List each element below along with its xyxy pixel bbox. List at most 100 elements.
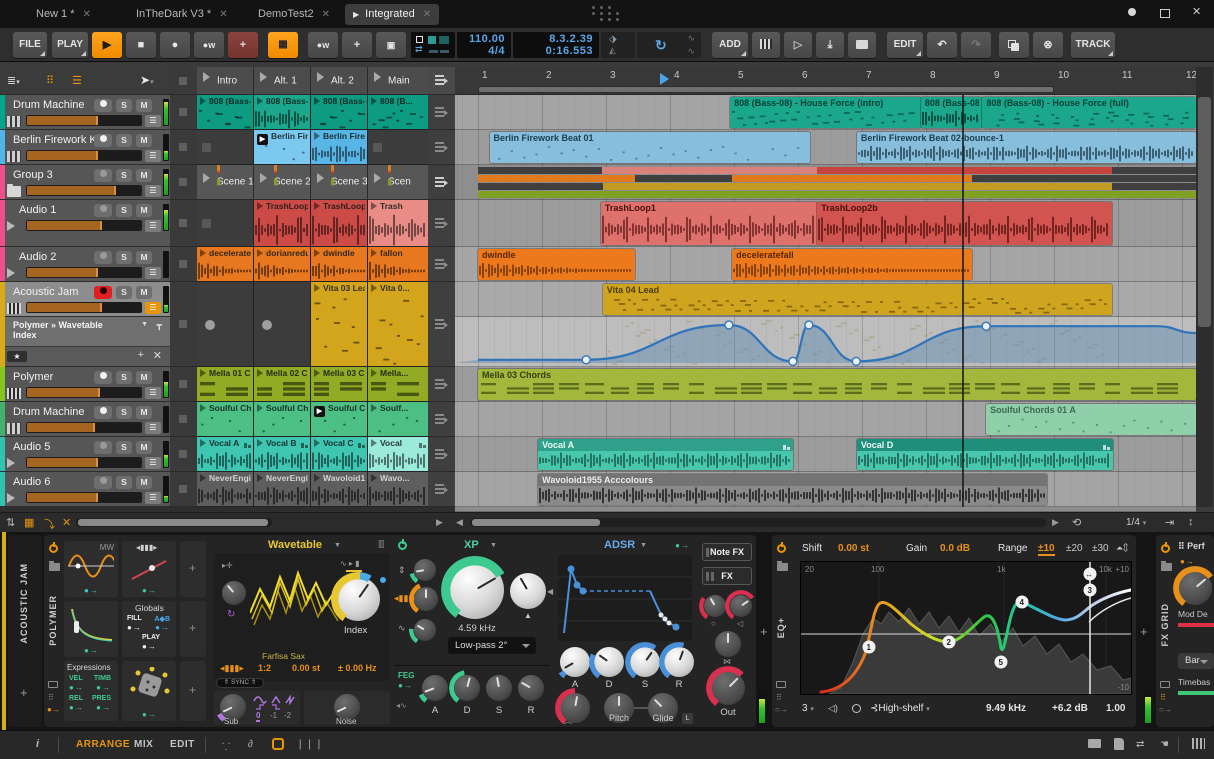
env-a-knob[interactable]	[555, 642, 595, 682]
routing-button[interactable]: ☰	[145, 185, 161, 197]
scroll-right2-icon[interactable]: ▶	[1052, 517, 1059, 528]
record-arm-button[interactable]	[94, 169, 112, 182]
track-menu-button[interactable]: TRACK	[1071, 32, 1115, 58]
band-type-dropdown[interactable]: ⊰High-shelf ▾	[870, 703, 930, 714]
timeline-ruler[interactable]: 123456789101112	[455, 67, 1196, 95]
device-fxgrid[interactable]: FX GRID ⠿ ○→ ⠿ Perf ●→ Mod De Bar Timeba…	[1156, 535, 1214, 727]
clip-slot[interactable]: Vocal	[368, 437, 429, 472]
track-header-audio-6[interactable]: Audio 6 S M ☰	[0, 472, 170, 507]
routing-button[interactable]: ☰	[145, 302, 161, 314]
clip-slot[interactable]	[197, 282, 254, 367]
filter-env-knob[interactable]	[409, 614, 441, 646]
feg-a-knob[interactable]	[417, 670, 453, 706]
clip-stop-button[interactable]	[170, 282, 197, 367]
volume-fader[interactable]	[26, 220, 142, 231]
group-lane-segment[interactable]	[817, 167, 1112, 174]
clip-slot[interactable]: Vita 03 Lead	[311, 282, 368, 367]
mod-out-icon[interactable]: ●→	[1180, 557, 1195, 566]
clip-slot[interactable]: NeverEngin...	[197, 472, 254, 507]
clip-slot[interactable]: Trash	[368, 200, 429, 247]
clip-slot[interactable]: TrashLoop1	[254, 200, 311, 247]
track-list-menu-icon[interactable]: ≣▾	[7, 74, 20, 87]
browser-button[interactable]	[848, 32, 876, 58]
info-icon[interactable]: i	[36, 738, 39, 750]
fill-button[interactable]: ▣	[376, 32, 406, 58]
mod-depth-knob[interactable]	[1173, 566, 1214, 610]
env-d-knob[interactable]	[589, 642, 629, 682]
stop-all-clips-button[interactable]	[428, 472, 455, 507]
pointer-tool-icon[interactable]: ➤▾	[140, 73, 154, 87]
track-name[interactable]: Audio 6	[13, 476, 50, 488]
group-lane-segment[interactable]	[602, 183, 1112, 190]
filter-mode-dropdown[interactable]: Low-pass 2°	[448, 637, 536, 654]
noise-cell[interactable]: Noise	[304, 691, 390, 726]
routing-button[interactable]: ☰	[145, 150, 161, 162]
add-device-icon[interactable]: +	[760, 624, 768, 639]
ruler-bar-number[interactable]: 2	[546, 70, 552, 81]
arranger-clip-trashloop1[interactable]: TrashLoop1	[600, 202, 818, 245]
tab-integrated[interactable]: ▶ Integrated ✕	[345, 4, 440, 25]
track-header-group-3[interactable]: Group 3 S M ☰	[0, 165, 170, 200]
loop-display[interactable]: ↻ ∿ ∿	[637, 32, 701, 58]
song-position[interactable]: 8.3.2.39	[549, 33, 593, 45]
mod-globals[interactable]: Globals FILL ●→ A◆B ●→ PLAY ●→	[122, 601, 176, 657]
record-arm-button[interactable]	[94, 371, 112, 384]
stop-all-clips-button[interactable]	[428, 130, 455, 165]
close-icon[interactable]: ✕	[83, 9, 91, 20]
solo-button[interactable]: S	[116, 286, 132, 299]
stop-all-clips-button[interactable]	[428, 247, 455, 282]
clip-slot[interactable]	[368, 130, 429, 165]
mute-button[interactable]: M	[136, 441, 152, 454]
mute-button[interactable]: M	[136, 286, 152, 299]
close-window-icon[interactable]: ✕	[1192, 5, 1201, 18]
mod-add-slot[interactable]: +	[180, 661, 206, 721]
add-menu-button[interactable]: ADD	[712, 32, 748, 58]
scene-play-icon[interactable]	[260, 71, 267, 82]
mod-envelope[interactable]: ●→	[64, 601, 118, 657]
modulators-icon[interactable]: ○→	[775, 705, 788, 714]
arranger-clip-soulful-chords-01-a[interactable]: Soulful Chords 01 A	[986, 404, 1196, 435]
scene-play-icon[interactable]	[203, 71, 210, 82]
volume-fader[interactable]	[26, 267, 142, 278]
pin-icon[interactable]: ┳	[157, 320, 162, 331]
tempo-display[interactable]: 110.00 4/4	[457, 32, 511, 58]
clip-slot[interactable]: Wavoloid1...	[311, 472, 368, 507]
routing-button[interactable]: ☰	[145, 267, 161, 279]
return-to-arrangement-icon[interactable]: ⤵	[44, 516, 55, 532]
record-arm-button[interactable]	[94, 204, 112, 217]
feg-d-knob[interactable]	[449, 670, 485, 706]
clip-slot[interactable]: 808 (Bass-...	[311, 95, 368, 130]
scene-header-2[interactable]: Alt. 1	[254, 67, 311, 95]
grid-icon[interactable]: ⠿	[1160, 693, 1166, 702]
resize-tracks-icon[interactable]: ⇅	[6, 516, 15, 529]
clip-slot[interactable]	[197, 200, 254, 247]
filter-power-icon[interactable]	[398, 539, 407, 550]
ruler-bar-number[interactable]: 8	[930, 70, 936, 81]
env-out-icon[interactable]: ●→	[675, 541, 690, 550]
routing-button[interactable]: ☰	[145, 457, 161, 469]
device-preset-icon[interactable]	[777, 561, 788, 571]
undo-button[interactable]: ↶	[927, 32, 957, 58]
loop-mode-icon[interactable]: ↻	[227, 609, 235, 620]
clip-slot[interactable]: Vocal B	[254, 437, 311, 472]
routing-button[interactable]: ☰	[145, 387, 161, 399]
track-name[interactable]: Audio 5	[13, 441, 50, 453]
osc-detune[interactable]: ± 0.00 Hz	[338, 663, 376, 673]
eq-range-20[interactable]: ±20	[1066, 543, 1083, 554]
stop-all-clips-button[interactable]	[428, 402, 455, 437]
group-lane-segment[interactable]	[478, 191, 1196, 198]
stop-all-clips-button[interactable]	[428, 95, 455, 130]
track-name[interactable]: Audio 1	[19, 204, 56, 216]
loop-region[interactable]	[478, 86, 1054, 93]
spectrum-toggle-icon[interactable]: ⏶⇕	[1116, 543, 1128, 554]
group-lane-segment[interactable]	[478, 167, 602, 174]
mod-add-slot[interactable]: +	[180, 541, 206, 597]
chevron-down-icon[interactable]: ▼	[141, 321, 148, 328]
track-name[interactable]: Polymer	[13, 371, 53, 383]
sub-osc-cell[interactable]: Sub 0 -1 -2	[214, 689, 300, 726]
add-device-icon[interactable]: +	[1140, 624, 1148, 639]
link-icon[interactable]: ∂	[248, 739, 253, 750]
velocity-knob[interactable]	[699, 590, 731, 622]
routing-button[interactable]: ☰	[145, 492, 161, 504]
columns-icon[interactable]: ❘❘❘	[296, 739, 324, 750]
